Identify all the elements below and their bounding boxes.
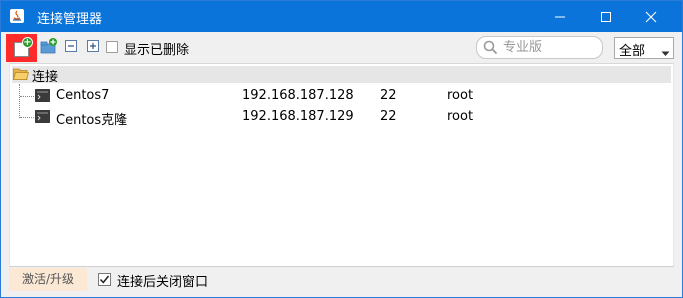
new-folder-icon[interactable]: [40, 37, 58, 55]
maximize-button[interactable]: [583, 1, 629, 32]
connection-row[interactable]: Centos克隆 192.168.187.129 22 root: [10, 107, 670, 128]
footer-bar: 激活/升级 连接后关闭窗口: [9, 266, 674, 292]
connection-tree[interactable]: 连接 Centos7 192.168.187.128 22 root Cento…: [9, 63, 674, 266]
search-input[interactable]: [503, 39, 595, 56]
toolbar: + 显示已删除 专业版 全部: [1, 32, 682, 62]
connection-name: Centos克隆: [56, 113, 128, 128]
terminal-icon: [35, 110, 50, 123]
chevron-down-icon: [661, 46, 670, 61]
connection-user: root: [447, 88, 474, 103]
close-after-connect-label: 连接后关闭窗口: [117, 275, 209, 290]
java-app-icon: [9, 8, 25, 24]
terminal-icon: [35, 89, 50, 102]
search-box[interactable]: [476, 36, 603, 59]
filter-select[interactable]: 全部: [614, 37, 674, 59]
connection-name: Centos7: [56, 88, 110, 103]
connection-row[interactable]: Centos7 192.168.187.128 22 root: [10, 86, 670, 106]
show-deleted-checkbox[interactable]: [106, 41, 118, 53]
connection-manager-window: 连接管理器 + 显示已删除 专业版 全部 连接 Centos7 192.168.…: [0, 0, 683, 298]
tree-root-label: 连接: [32, 70, 59, 85]
show-deleted-label: 显示已删除: [124, 43, 190, 58]
filter-select-value: 全部: [619, 44, 646, 59]
plus-icon: +: [22, 37, 33, 48]
connection-host: 192.168.187.128: [242, 88, 354, 103]
connection-port: 22: [380, 109, 397, 124]
minimize-icon: [555, 16, 565, 17]
new-connection-button[interactable]: +: [6, 34, 37, 62]
tree-root-connections[interactable]: 连接: [12, 66, 671, 85]
window-title: 连接管理器: [37, 12, 103, 27]
activate-upgrade-button[interactable]: 激活/升级: [9, 268, 87, 291]
search-icon: [483, 40, 498, 55]
connection-port: 22: [380, 88, 397, 103]
maximize-icon: [601, 11, 611, 22]
connection-host: 192.168.187.129: [242, 109, 354, 124]
close-icon: [645, 11, 657, 22]
minimize-button[interactable]: [537, 1, 583, 32]
collapse-all-icon[interactable]: [64, 39, 78, 53]
connection-user: root: [447, 109, 474, 124]
folder-open-icon: [12, 67, 30, 81]
close-button[interactable]: [628, 1, 674, 32]
close-after-connect-checkbox[interactable]: [98, 273, 111, 286]
title-bar: 连接管理器: [1, 1, 682, 32]
checkmark-icon: [99, 275, 110, 284]
expand-all-icon[interactable]: [86, 39, 100, 53]
